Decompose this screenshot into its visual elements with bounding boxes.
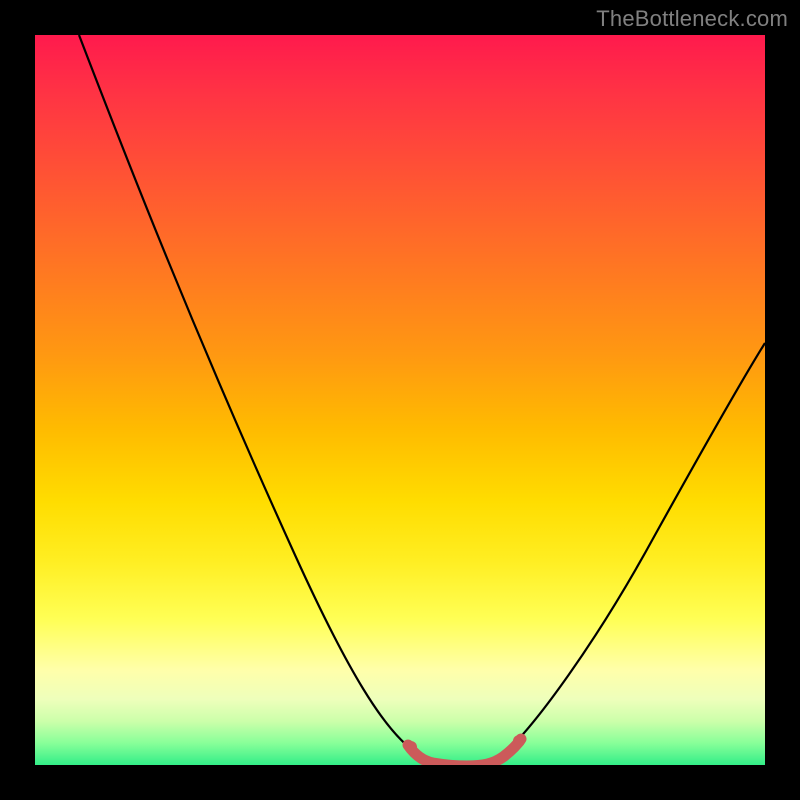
optimal-band-dot-right (513, 735, 525, 747)
bottleneck-curve-line (79, 35, 765, 765)
watermark-text: TheBottleneck.com (596, 6, 788, 32)
curve-svg (35, 35, 765, 765)
optimal-band-highlight (408, 739, 521, 765)
plot-area (35, 35, 765, 765)
optimal-band-dot-left (405, 741, 417, 753)
chart-frame: TheBottleneck.com (0, 0, 800, 800)
